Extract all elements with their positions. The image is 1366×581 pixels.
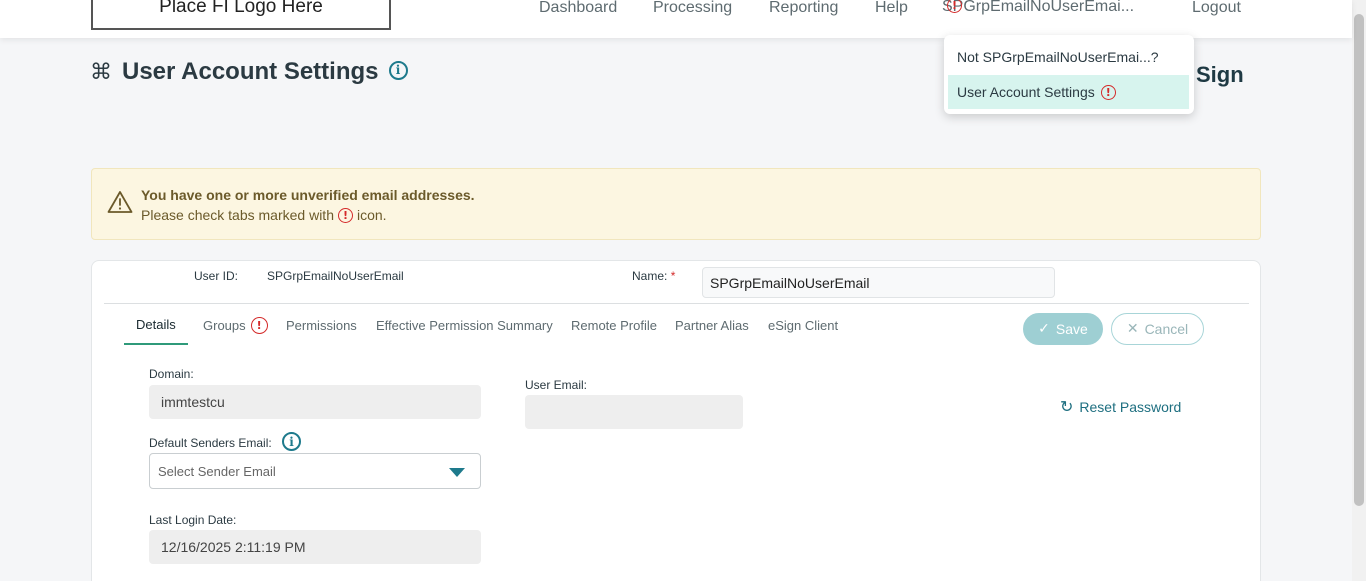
user-email-label: User Email: — [525, 378, 588, 392]
tab-label: Partner Alias — [675, 317, 749, 333]
page-title-row: ⌘ User Account Settings i — [90, 58, 408, 86]
domain-field: immtestcu — [149, 385, 481, 419]
user-id-label: User ID: — [194, 269, 239, 283]
nav-logout[interactable]: Logout — [1192, 0, 1241, 17]
save-button[interactable]: ✓ Save — [1023, 313, 1103, 345]
reset-password-label: Reset Password — [1079, 398, 1182, 415]
page-scrollbar[interactable] — [1352, 0, 1366, 581]
tab-label: Groups — [203, 317, 246, 333]
domain-label: Domain: — [149, 367, 194, 381]
menu-item-not-user[interactable]: Not SPGrpEmailNoUserEmai...? — [948, 40, 1189, 74]
menu-item-label: Not SPGrpEmailNoUserEmai...? — [957, 49, 1159, 65]
alert-message: Please check tabs marked with ! icon. — [141, 207, 387, 223]
sign-heading: Sign — [1196, 62, 1244, 87]
user-account-card: User ID: SPGrpEmailNoUserEmail Name: * S… — [91, 260, 1261, 581]
warning-icon: ! — [337, 207, 353, 223]
alert-title: You have one or more unverified email ad… — [141, 187, 475, 203]
logo-text: Place FI Logo Here — [159, 0, 323, 17]
alert-message-start: Please check tabs marked with — [141, 207, 334, 223]
user-email-field[interactable] — [525, 395, 743, 429]
tab-label: Permissions — [286, 317, 357, 333]
menu-item-account-settings[interactable]: User Account Settings ! — [948, 75, 1189, 109]
nav-processing[interactable]: Processing — [653, 0, 732, 17]
tab-effective-permission-summary[interactable]: Effective Permission Summary — [376, 305, 553, 345]
nav-dashboard[interactable]: Dashboard — [539, 0, 617, 17]
name-label-text: Name: — [632, 269, 668, 283]
top-nav-bar: Place FI Logo Here Dashboard Processing … — [0, 0, 1352, 38]
tab-details[interactable]: Details — [124, 305, 188, 345]
user-id-value: SPGrpEmailNoUserEmail — [267, 269, 404, 283]
check-icon: ✓ — [1038, 321, 1050, 337]
alert-message-end: icon. — [356, 207, 387, 223]
tab-label: Remote Profile — [571, 317, 657, 333]
default-sender-label: Default Senders Email: — [149, 436, 272, 450]
cancel-label: Cancel — [1144, 321, 1189, 337]
name-field[interactable]: SPGrpEmailNoUserEmail — [702, 267, 1055, 298]
nav-reporting[interactable]: Reporting — [769, 0, 838, 17]
page-title: User Account Settings — [122, 58, 379, 85]
cancel-button[interactable]: ✕ Cancel — [1111, 313, 1204, 345]
last-login-field: 12/16/2025 2:11:19 PM — [149, 530, 481, 564]
tab-groups[interactable]: Groups ! — [203, 305, 268, 345]
menu-item-label: User Account Settings — [957, 84, 1095, 100]
tab-label: Details — [136, 316, 176, 332]
sender-email-placeholder: Select Sender Email — [158, 463, 276, 479]
sender-email-select[interactable]: Select Sender Email — [149, 453, 481, 489]
warning-icon: ! — [250, 316, 268, 334]
reset-icon: ↻ — [1060, 397, 1074, 416]
tab-partner-alias[interactable]: Partner Alias — [675, 305, 749, 345]
user-dropdown-menu: Not SPGrpEmailNoUserEmai...? User Accoun… — [944, 35, 1194, 114]
tab-label: eSign Client — [768, 317, 839, 333]
save-label: Save — [1055, 321, 1088, 337]
last-login-label: Last Login Date: — [149, 513, 237, 527]
nav-help[interactable]: Help — [875, 0, 908, 17]
info-icon[interactable]: i — [282, 432, 301, 451]
tab-permissions[interactable]: Permissions — [286, 305, 357, 345]
tab-remote-profile[interactable]: Remote Profile — [571, 305, 657, 345]
info-icon[interactable]: i — [388, 60, 408, 80]
tab-esign-client[interactable]: eSign Client — [768, 305, 838, 345]
header-divider — [104, 303, 1249, 304]
logo-placeholder[interactable]: Place FI Logo Here — [91, 0, 391, 30]
tab-label: Effective Permission Summary — [376, 317, 553, 333]
reset-password-link[interactable]: ↻ Reset Password — [1060, 397, 1181, 416]
close-icon: ✕ — [1126, 321, 1139, 337]
nav-user-name: SPGrpEmailNoUserEmai... — [942, 0, 1135, 15]
unverified-email-alert: You have one or more unverified email ad… — [91, 168, 1261, 240]
warning-triangle-icon — [107, 191, 133, 213]
chevron-down-icon — [449, 468, 465, 477]
required-marker: * — [670, 269, 676, 283]
name-label: Name: * — [632, 269, 675, 283]
command-icon: ⌘ — [90, 59, 112, 85]
scrollbar-thumb[interactable] — [1354, 14, 1364, 506]
warning-icon: ! — [1100, 84, 1116, 100]
